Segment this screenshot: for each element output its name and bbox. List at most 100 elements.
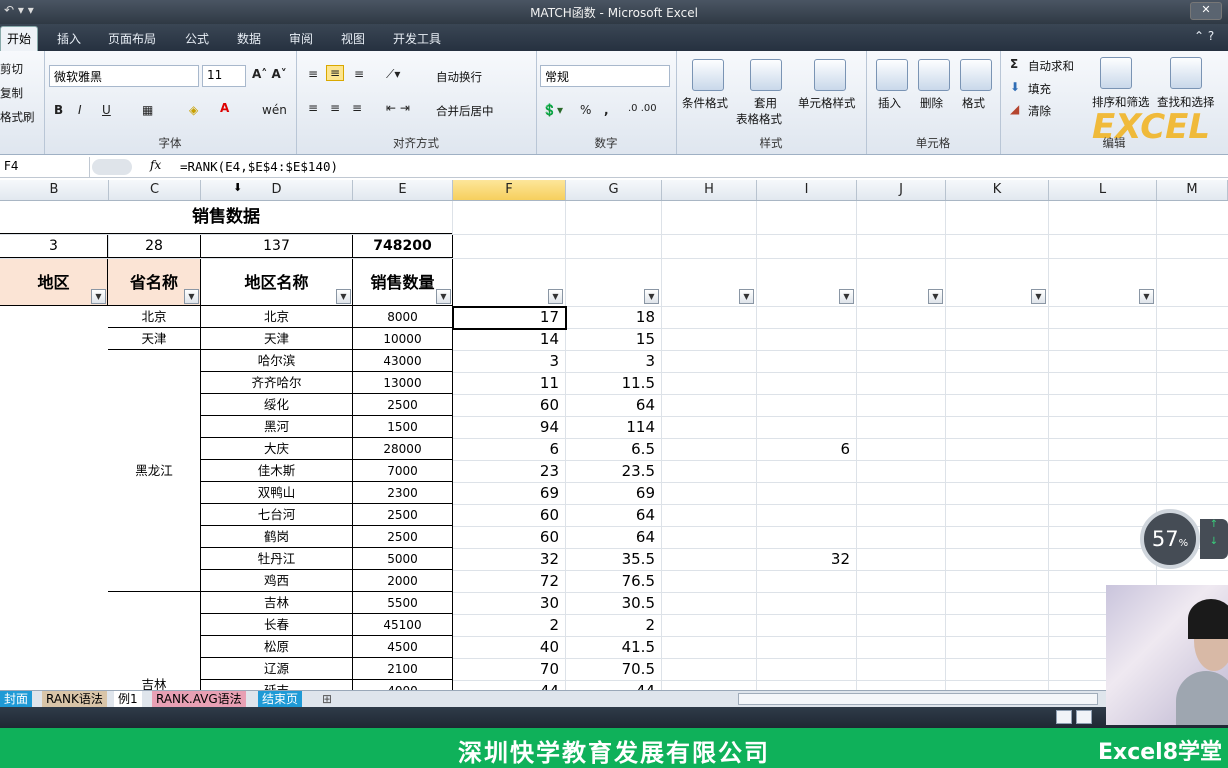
rank-avg-cell[interactable]: 69 — [565, 482, 661, 504]
formula-bar-handle[interactable] — [92, 159, 132, 175]
wrap-text-button[interactable]: 自动换行 — [436, 69, 482, 85]
lookup-cell[interactable] — [756, 372, 856, 394]
lookup-cell[interactable] — [756, 394, 856, 416]
col-header-m[interactable]: M — [1157, 180, 1228, 200]
rank-avg-cell[interactable]: 3 — [565, 350, 661, 372]
area-name-cell[interactable]: 鸡西 — [201, 570, 353, 592]
area-name-cell[interactable]: 大庆 — [201, 438, 353, 460]
rank-avg-cell[interactable]: 30.5 — [565, 592, 661, 614]
rank-cell[interactable]: 72 — [452, 570, 565, 592]
tab-data[interactable]: 数据 — [237, 30, 261, 47]
rank-cell[interactable]: 11 — [452, 372, 565, 394]
filter-dropdown-icon[interactable]: ▼ — [1139, 289, 1154, 304]
filter-dropdown-icon[interactable]: ▼ — [739, 289, 754, 304]
sales-qty-cell[interactable]: 10000 — [353, 328, 453, 350]
tab-developer[interactable]: 开发工具 — [393, 30, 441, 47]
col-header-f[interactable]: F — [453, 180, 566, 200]
area-name-cell[interactable]: 黑河 — [201, 416, 353, 438]
lookup-cell[interactable] — [756, 350, 856, 372]
col-header-b[interactable]: B — [0, 180, 109, 200]
rank-cell[interactable]: 40 — [452, 636, 565, 658]
bold-button[interactable]: B — [54, 103, 63, 117]
tab-page-layout[interactable]: 页面布局 — [108, 30, 156, 47]
lookup-cell[interactable] — [756, 570, 856, 592]
sheet-tab-rank-syntax[interactable]: RANK语法 — [42, 691, 107, 707]
sales-qty-cell[interactable]: 4500 — [353, 636, 453, 658]
fill-color-icon[interactable]: ◈ — [189, 103, 198, 117]
col-header-j[interactable]: J — [857, 180, 946, 200]
rank-avg-cell[interactable]: 41.5 — [565, 636, 661, 658]
rank-cell[interactable]: 44 — [452, 680, 565, 690]
col-header-l[interactable]: L — [1049, 180, 1157, 200]
area-name-cell[interactable]: 吉林 — [201, 592, 353, 614]
rank-avg-cell[interactable]: 114 — [565, 416, 661, 438]
align-middle-icon[interactable]: ≡ — [326, 65, 345, 81]
help-icon[interactable]: ⌃ ? — [1194, 29, 1214, 43]
rank-avg-cell[interactable]: 2 — [565, 614, 661, 636]
tab-insert[interactable]: 插入 — [57, 30, 81, 47]
lookup-cell[interactable] — [756, 680, 856, 690]
sales-qty-cell[interactable]: 2300 — [353, 482, 453, 504]
rank-avg-cell[interactable]: 64 — [565, 394, 661, 416]
rank-cell[interactable]: 69 — [452, 482, 565, 504]
area-name-cell[interactable]: 松原 — [201, 636, 353, 658]
rank-cell[interactable]: 30 — [452, 592, 565, 614]
filter-dropdown-icon[interactable]: ▼ — [336, 289, 351, 304]
rank-avg-cell[interactable]: 70.5 — [565, 658, 661, 680]
col-header-h[interactable]: H — [662, 180, 757, 200]
area-name-cell[interactable]: 佳木斯 — [201, 460, 353, 482]
horizontal-scrollbar[interactable] — [738, 693, 1098, 705]
normal-view-icon[interactable] — [1056, 710, 1072, 724]
area-name-cell[interactable]: 北京 — [201, 306, 353, 328]
area-name-cell[interactable]: 天津 — [201, 328, 353, 350]
sales-qty-cell[interactable]: 1500 — [353, 416, 453, 438]
col-header-d[interactable]: D — [201, 180, 353, 200]
lookup-cell[interactable] — [756, 504, 856, 526]
sales-qty-cell[interactable]: 28000 — [353, 438, 453, 460]
rank-cell[interactable]: 3 — [452, 350, 565, 372]
fx-icon[interactable]: fx — [150, 158, 161, 172]
insert-button[interactable]: 插入 — [878, 95, 901, 111]
formula-input[interactable]: =RANK(E4,$E$4:$E$140) — [180, 159, 338, 174]
sales-qty-cell[interactable]: 4000 — [353, 680, 453, 690]
area-name-cell[interactable]: 齐齐哈尔 — [201, 372, 353, 394]
rank-cell[interactable]: 70 — [452, 658, 565, 680]
rank-avg-cell[interactable]: 23.5 — [565, 460, 661, 482]
rank-cell[interactable]: 94 — [452, 416, 565, 438]
font-color-icon[interactable]: A — [220, 101, 229, 115]
rank-avg-cell[interactable]: 35.5 — [565, 548, 661, 570]
col-header-k[interactable]: K — [946, 180, 1049, 200]
area-name-cell[interactable]: 七台河 — [201, 504, 353, 526]
align-left-icon[interactable]: ≡ — [308, 101, 318, 115]
lookup-cell[interactable] — [756, 592, 856, 614]
sales-qty-cell[interactable]: 2500 — [353, 394, 453, 416]
merge-center-button[interactable]: 合并后居中 — [436, 103, 494, 119]
filter-dropdown-icon[interactable]: ▼ — [1031, 289, 1046, 304]
orientation-icon[interactable]: ⟋▾ — [386, 67, 400, 82]
speed-widget[interactable]: ↑ ↓ — [1200, 519, 1228, 559]
area-name-cell[interactable]: 双鸭山 — [201, 482, 353, 504]
currency-icon[interactable]: 💲▾ — [542, 103, 563, 117]
autosum-button[interactable]: 自动求和 — [1028, 58, 1074, 74]
area-name-cell[interactable]: 绥化 — [201, 394, 353, 416]
delete-button[interactable]: 删除 — [920, 95, 943, 111]
comma-button[interactable]: , — [604, 103, 609, 117]
align-bottom-icon[interactable]: ≡ — [354, 67, 364, 81]
sheet-tab-end-page[interactable]: 结束页 — [258, 691, 303, 707]
rank-cell[interactable]: 6 — [452, 438, 565, 460]
table-format-button-2[interactable]: 表格格式 — [736, 111, 782, 127]
rank-avg-cell[interactable]: 76.5 — [565, 570, 661, 592]
lookup-cell[interactable] — [756, 460, 856, 482]
lookup-cell[interactable] — [756, 482, 856, 504]
sales-qty-cell[interactable]: 7000 — [353, 460, 453, 482]
filter-dropdown-icon[interactable]: ▼ — [436, 289, 451, 304]
col-header-c[interactable]: C — [109, 180, 201, 200]
sheet-tab-cover[interactable]: 封面 — [0, 691, 33, 707]
fill-button[interactable]: 填充 — [1028, 81, 1051, 97]
filter-dropdown-icon[interactable]: ▼ — [548, 289, 563, 304]
lookup-cell[interactable] — [756, 306, 856, 328]
sheet-tab-rank-avg-syntax[interactable]: RANK.AVG语法 — [152, 691, 246, 707]
rank-cell[interactable]: 60 — [452, 504, 565, 526]
area-name-cell[interactable]: 长春 — [201, 614, 353, 636]
decimal-icon[interactable]: .0 .00 — [628, 103, 657, 114]
